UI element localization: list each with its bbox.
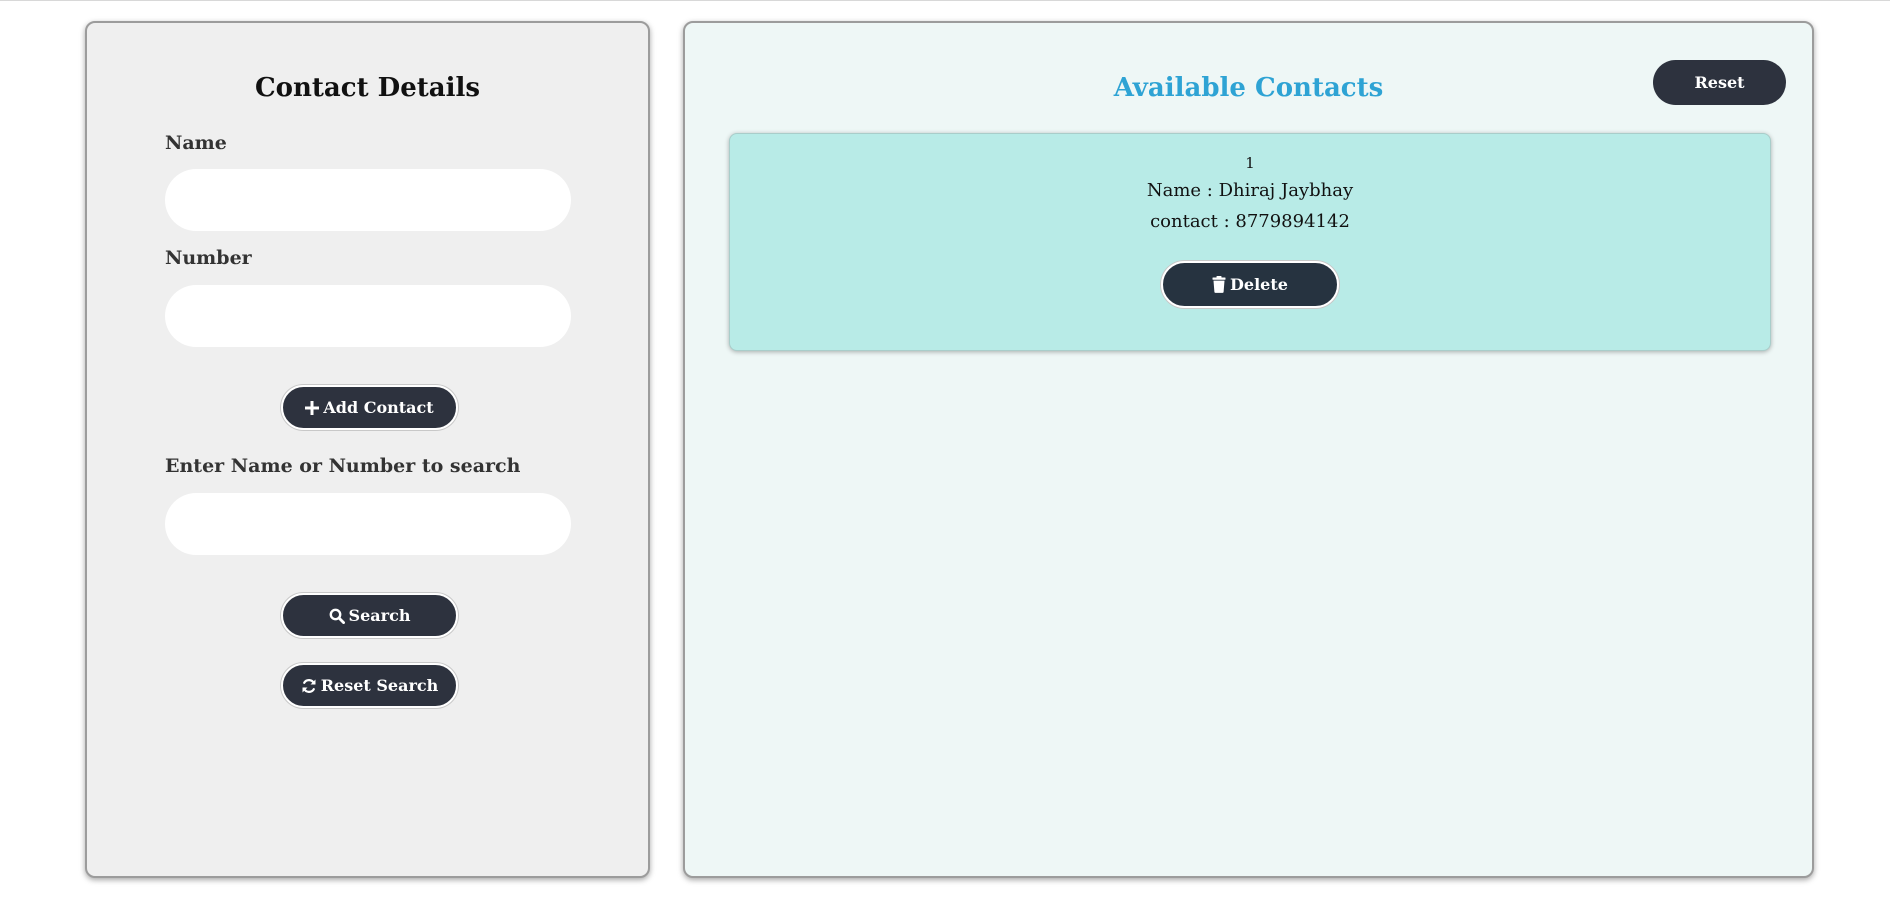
name-label: Name	[165, 132, 227, 154]
contact-name: Name : Dhiraj Jaybhay	[1146, 180, 1354, 201]
add-contact-button[interactable]: Add Contact	[281, 385, 458, 430]
number-label: Number	[165, 247, 252, 269]
contact-form-title: Contact Details	[254, 73, 481, 103]
contact-form-panel: Contact Details Name Number Add Contact …	[85, 21, 650, 878]
add-contact-label: Add Contact	[323, 398, 434, 417]
contact-index: 1	[1245, 154, 1255, 172]
reset-search-label: Reset Search	[320, 676, 439, 695]
contacts-panel: Available Contacts Reset 1 Name : Dhiraj…	[683, 21, 1814, 878]
name-input[interactable]	[165, 169, 571, 231]
top-divider	[0, 0, 1890, 1]
reset-search-button[interactable]: Reset Search	[281, 663, 458, 708]
contacts-title: Available Contacts	[1113, 73, 1384, 103]
delete-button-label: Delete	[1230, 275, 1288, 294]
search-icon	[329, 608, 345, 624]
search-input[interactable]	[165, 493, 571, 555]
delete-button[interactable]: Delete	[1161, 261, 1339, 308]
trash-icon	[1212, 276, 1226, 293]
search-label: Enter Name or Number to search	[165, 455, 521, 477]
number-input[interactable]	[165, 285, 571, 347]
contact-card: 1 Name : Dhiraj Jaybhay contact : 877989…	[729, 133, 1771, 351]
contact-number: contact : 8779894142	[1150, 211, 1350, 232]
refresh-icon	[301, 678, 317, 694]
reset-button[interactable]: Reset	[1653, 60, 1786, 105]
search-button-label: Search	[348, 606, 411, 625]
plus-icon	[305, 400, 320, 415]
search-button[interactable]: Search	[281, 593, 458, 638]
